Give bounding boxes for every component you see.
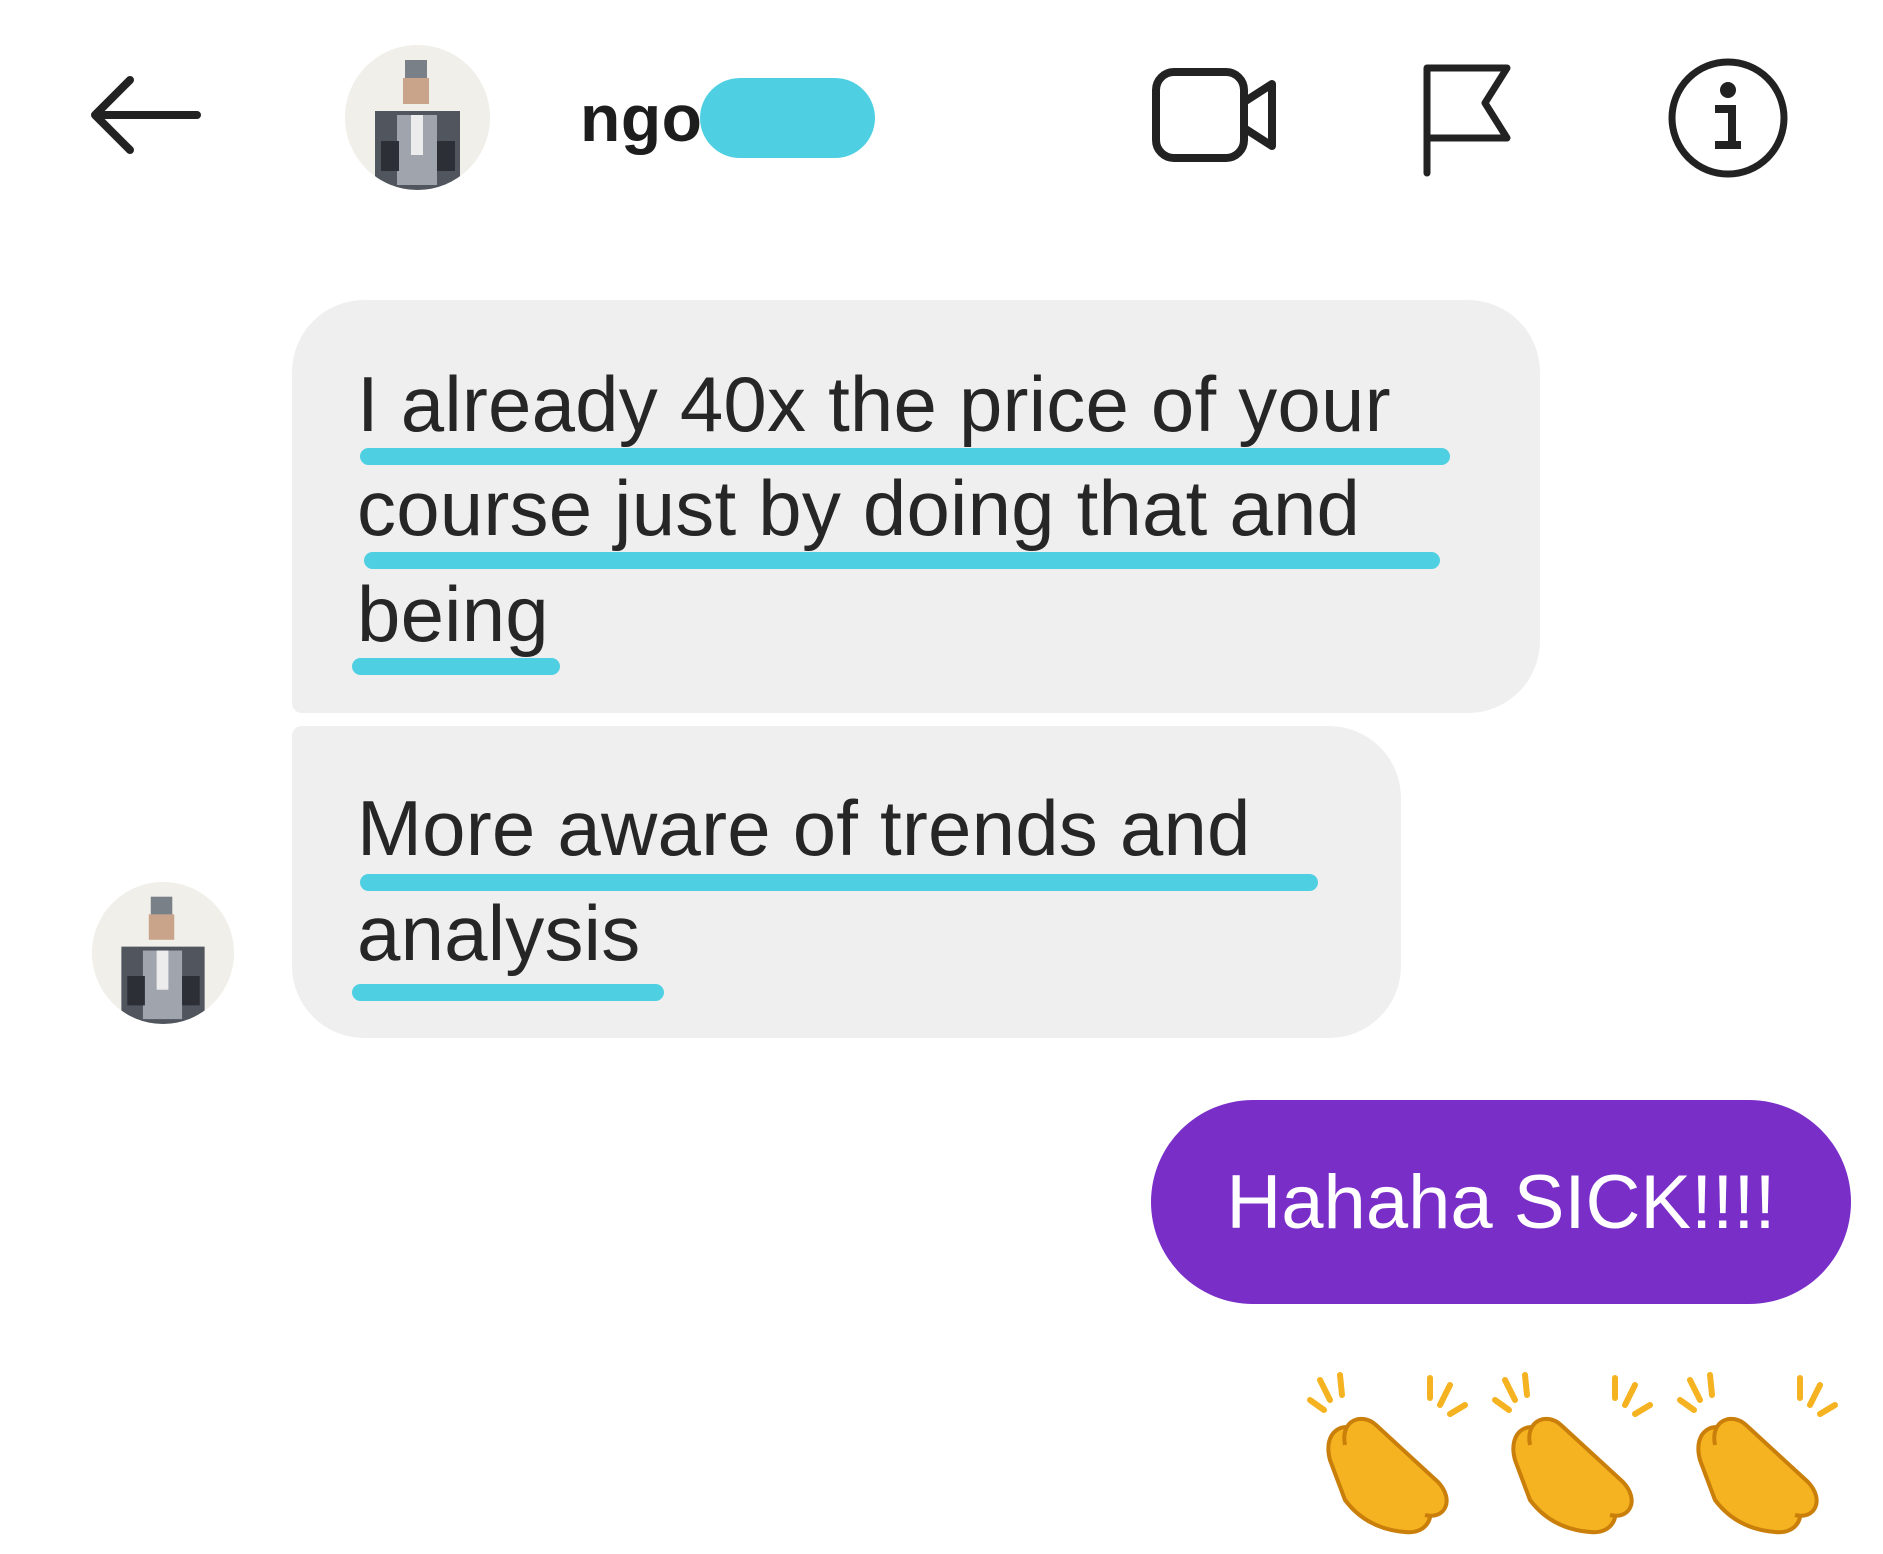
sent-message-bubble: Hahaha SICK!!!! [1151,1100,1851,1304]
avatar-image [92,882,234,1024]
received-message-bubble: I already 40x the price of your course j… [292,300,1540,713]
message-line: analysis [357,889,641,977]
arrow-left-icon [91,76,201,154]
video-call-button[interactable] [1145,55,1285,175]
sender-avatar[interactable] [92,882,234,1024]
clapping-hands-icon [1307,1372,1468,1535]
highlight-underline [352,658,560,675]
contact-avatar[interactable] [345,45,490,190]
report-button[interactable] [1410,55,1520,180]
info-button[interactable] [1665,55,1790,180]
video-camera-icon [1152,68,1276,162]
message-line: I already 40x the price of your [357,360,1391,448]
clapping-hands-icon [1492,1372,1653,1535]
message-line: being [357,570,549,658]
sent-message-text: Hahaha SICK!!!! [1226,1159,1776,1245]
name-redaction [700,78,875,158]
clapping-hands-icon [1677,1372,1838,1535]
avatar-image [345,45,490,190]
back-button[interactable] [80,65,210,165]
contact-name[interactable]: ngo [580,80,702,156]
flag-icon [1423,64,1511,176]
message-line: More aware of trends and [357,784,1251,872]
info-circle-icon [1668,58,1787,177]
message-line: course just by doing that and [357,464,1361,552]
received-message-bubble: More aware of trends and analysis [292,726,1401,1038]
highlight-underline [352,984,664,1001]
